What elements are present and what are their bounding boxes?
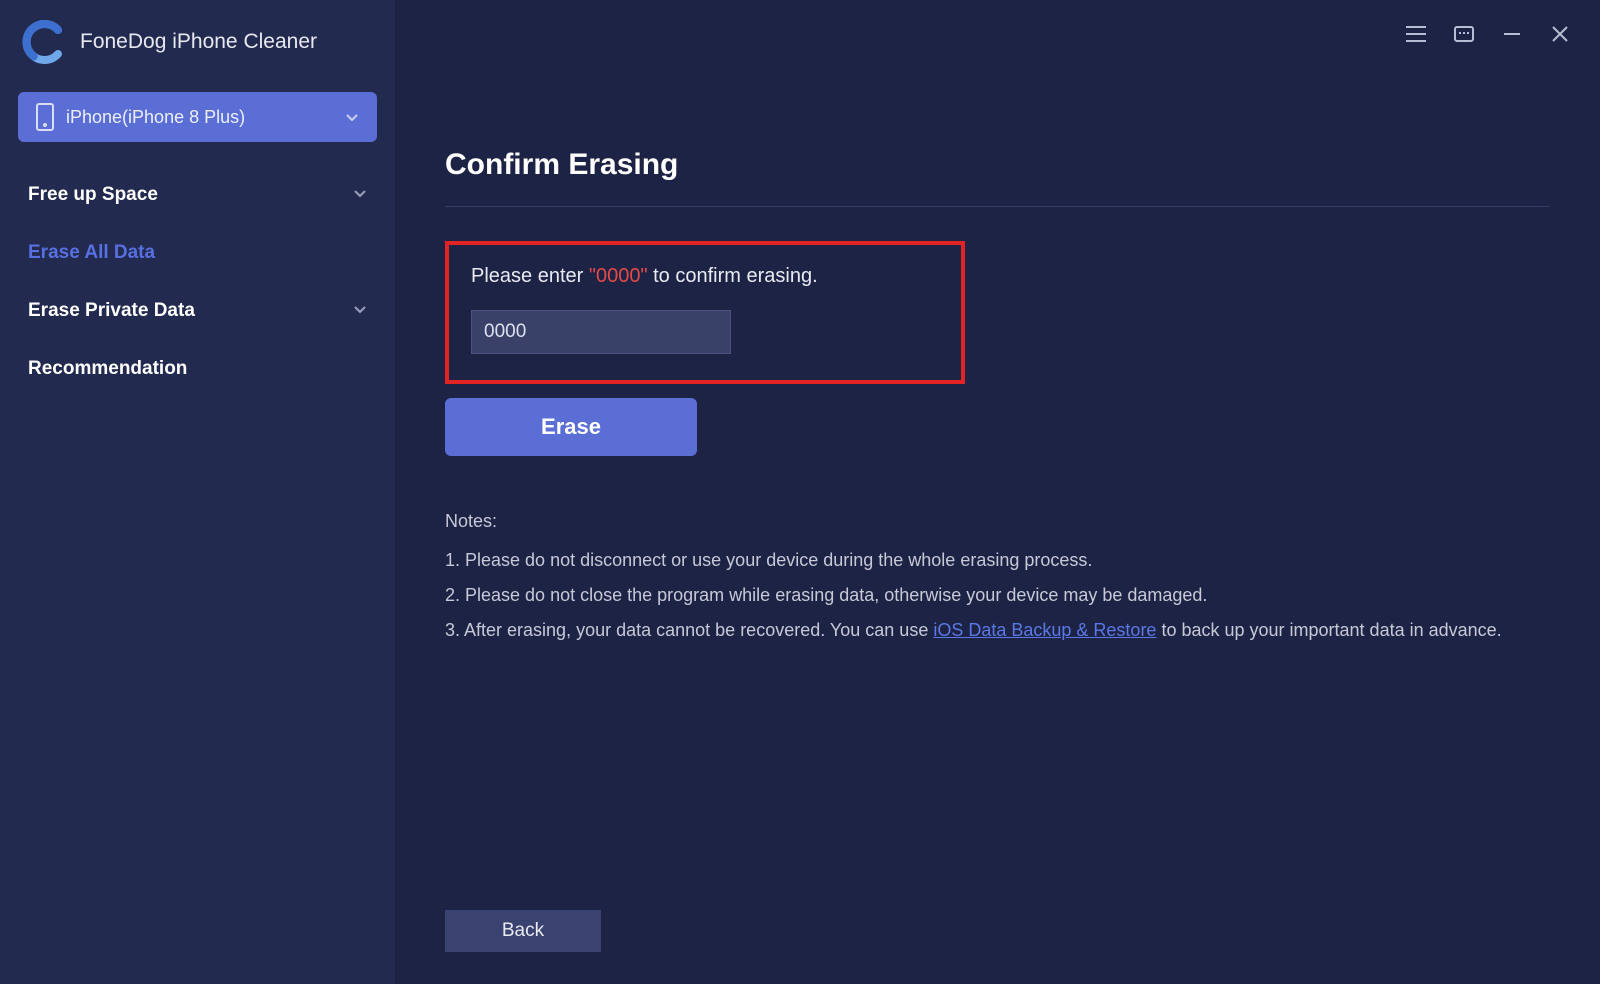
divider — [445, 206, 1550, 207]
logo-row: FoneDog iPhone Cleaner — [18, 20, 377, 64]
erase-button[interactable]: Erase — [445, 398, 697, 456]
nav-erase-private-data[interactable]: Erase Private Data — [18, 282, 377, 340]
notes-section: Notes: 1. Please do not disconnect or us… — [445, 504, 1550, 648]
close-icon[interactable] — [1548, 22, 1572, 46]
note-1: 1. Please do not disconnect or use your … — [445, 543, 1550, 578]
note-3-after: to back up your important data in advanc… — [1156, 620, 1501, 640]
sidebar: FoneDog iPhone Cleaner iPhone(iPhone 8 P… — [0, 0, 395, 984]
chevron-down-icon — [353, 300, 367, 322]
prompt-after: to confirm erasing. — [648, 265, 818, 287]
phone-icon — [36, 103, 54, 131]
notes-heading: Notes: — [445, 504, 1550, 539]
note-2: 2. Please do not close the program while… — [445, 578, 1550, 613]
main-panel: Confirm Erasing Please enter "0000" to c… — [395, 0, 1600, 984]
nav-recommendation[interactable]: Recommendation — [18, 340, 377, 398]
window-controls — [1404, 22, 1572, 46]
nav-free-up-space[interactable]: Free up Space — [18, 166, 377, 224]
confirm-highlight-box: Please enter "0000" to confirm erasing. — [445, 241, 965, 384]
menu-icon[interactable] — [1404, 22, 1428, 46]
prompt-code: "0000" — [589, 265, 648, 287]
chevron-down-icon — [345, 110, 359, 124]
page-title: Confirm Erasing — [445, 148, 1550, 182]
minimize-icon[interactable] — [1500, 22, 1524, 46]
back-button[interactable]: Back — [445, 910, 601, 952]
ios-backup-restore-link[interactable]: iOS Data Backup & Restore — [933, 620, 1156, 640]
feedback-icon[interactable] — [1452, 22, 1476, 46]
note-3: 3. After erasing, your data cannot be re… — [445, 613, 1550, 648]
device-label: iPhone(iPhone 8 Plus) — [66, 107, 345, 128]
nav-erase-all-data[interactable]: Erase All Data — [18, 224, 377, 282]
app-title: FoneDog iPhone Cleaner — [80, 30, 317, 54]
confirm-prompt: Please enter "0000" to confirm erasing. — [471, 265, 939, 288]
nav-label: Free up Space — [28, 184, 158, 206]
app-logo-icon — [22, 20, 66, 64]
chevron-down-icon — [353, 184, 367, 206]
nav-label: Erase Private Data — [28, 300, 195, 322]
device-dropdown[interactable]: iPhone(iPhone 8 Plus) — [18, 92, 377, 142]
confirm-code-input[interactable] — [471, 310, 731, 354]
nav-label: Erase All Data — [28, 242, 155, 264]
prompt-before: Please enter — [471, 265, 589, 287]
note-3-before: 3. After erasing, your data cannot be re… — [445, 620, 933, 640]
nav-label: Recommendation — [28, 358, 187, 380]
